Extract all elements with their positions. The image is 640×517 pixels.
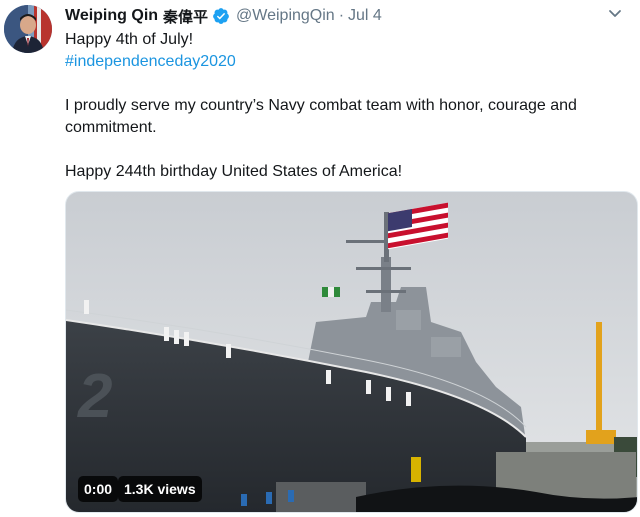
hull-number: 2 xyxy=(77,362,112,431)
separator-dot: · xyxy=(338,7,345,24)
avatar-photo xyxy=(4,5,52,53)
avatar[interactable] xyxy=(4,5,52,53)
verified-badge-icon xyxy=(213,8,229,24)
video-player[interactable]: 2 0:00 1.3K views xyxy=(65,191,638,513)
tweet: Weiping Qin 秦偉平 @WeipingQin · Jul 4 Happ… xyxy=(0,0,640,517)
chevron-down-icon[interactable] xyxy=(608,8,622,20)
tweet-line: Happy 4th of July! xyxy=(65,31,194,48)
tweet-line: I proudly serve my country’s Navy combat… xyxy=(65,97,577,136)
display-name-chinese[interactable]: 秦偉平 xyxy=(163,6,208,27)
user-handle[interactable]: @WeipingQin xyxy=(236,7,335,25)
display-name[interactable]: Weiping Qin xyxy=(65,7,158,25)
video-elapsed-time: 0:00 xyxy=(78,476,119,502)
video-view-count: 1.3K views xyxy=(118,476,202,502)
tweet-timestamp[interactable]: Jul 4 xyxy=(348,7,382,25)
video-frame: 2 xyxy=(66,192,637,512)
tweet-text: Happy 4th of July! #independenceday2020 … xyxy=(65,29,630,183)
tweet-line: Happy 244th birthday United States of Am… xyxy=(65,163,403,180)
tweet-header: Weiping Qin 秦偉平 @WeipingQin · Jul 4 xyxy=(65,5,382,27)
hashtag-link[interactable]: #independenceday2020 xyxy=(65,51,630,73)
